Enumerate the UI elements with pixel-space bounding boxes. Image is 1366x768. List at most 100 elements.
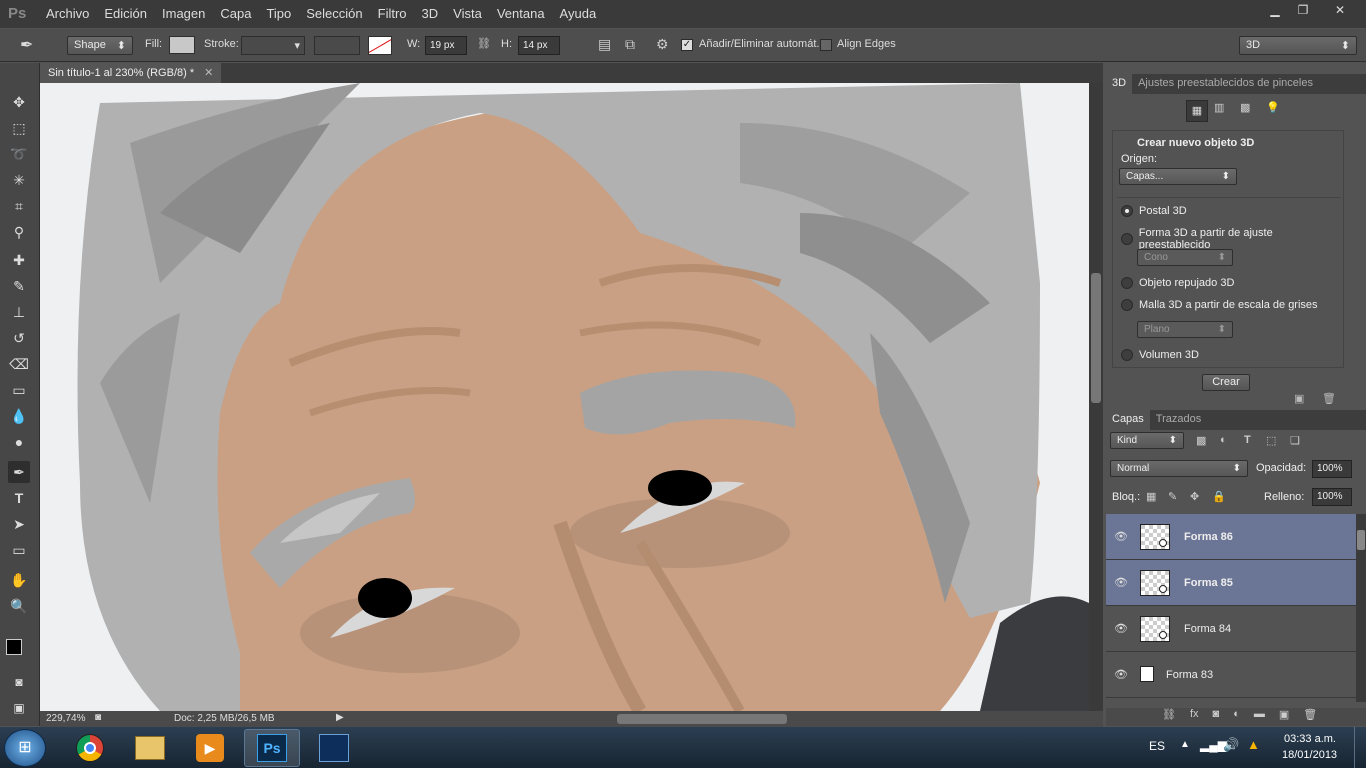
explorer-taskbar-icon[interactable] (122, 729, 178, 767)
lock-position-icon[interactable]: ✥ (1190, 490, 1199, 503)
crop-tool-icon[interactable]: ⌗ (8, 195, 30, 217)
status-menu-arrow-icon[interactable]: ▶ (336, 712, 344, 723)
radio-volume[interactable] (1121, 349, 1133, 361)
fx-icon[interactable]: fx (1190, 708, 1199, 726)
stroke-color-swatch[interactable] (368, 36, 392, 55)
layer-row[interactable]: 👁 Forma 86 (1106, 514, 1356, 560)
blend-mode-dropdown[interactable]: Normal ⬍ (1110, 460, 1248, 477)
layer-row[interactable]: 👁 Forma 84 (1106, 606, 1356, 652)
lock-pixels-icon[interactable]: ✎ (1168, 490, 1177, 503)
restore-button[interactable]: ❐ (1289, 1, 1317, 19)
align-edges-checkbox[interactable] (820, 39, 832, 51)
app-taskbar-icon[interactable] (306, 729, 362, 767)
option-grayscale-mesh[interactable]: Malla 3D a partir de escala de grises (1121, 299, 1318, 311)
menu-edicion[interactable]: Edición (104, 6, 147, 21)
fill-swatch[interactable] (169, 36, 195, 54)
origin-dropdown[interactable]: Capas... ⬍ (1119, 168, 1237, 185)
dodge-tool-icon[interactable]: ● (8, 431, 30, 453)
mask-icon[interactable]: ◙ (1213, 708, 1220, 726)
history-brush-icon[interactable]: ↺ (8, 327, 30, 349)
tab-layers[interactable]: Capas (1106, 410, 1150, 430)
magic-wand-icon[interactable]: ✳ (8, 169, 30, 191)
screen-mode-icon[interactable]: ▣ (8, 697, 30, 719)
auto-add-checkbox[interactable]: ✓ (681, 39, 693, 51)
adjustment-filter-icon[interactable]: ◐ (1220, 434, 1227, 446)
menu-filtro[interactable]: Filtro (378, 6, 407, 21)
photoshop-taskbar-icon[interactable]: Ps (244, 729, 300, 767)
smart-object-filter-icon[interactable]: ❏ (1290, 434, 1300, 447)
document-tab[interactable]: Sin título-1 al 230% (RGB/8) * ✕ (40, 63, 222, 83)
radio-postcard[interactable] (1121, 205, 1133, 217)
height-input[interactable]: 14 px (518, 36, 560, 55)
drive-icon[interactable]: ▲ (1247, 737, 1260, 752)
marquee-tool-icon[interactable]: ⬚ (8, 117, 30, 139)
chrome-taskbar-icon[interactable] (62, 729, 118, 767)
clock-date[interactable]: 18/01/2013 (1282, 749, 1337, 761)
menu-ayuda[interactable]: Ayuda (560, 6, 597, 21)
adjustment-layer-icon[interactable]: ◐ (1233, 708, 1240, 726)
option-postcard[interactable]: Postal 3D (1121, 205, 1187, 217)
width-input[interactable]: 19 px (425, 36, 467, 55)
stroke-width-dropdown[interactable]: ▾ (241, 36, 305, 55)
show-desktop-button[interactable] (1354, 727, 1366, 768)
trash-icon[interactable]: 🗑 (1322, 392, 1336, 405)
status-info-icon[interactable]: ◙ (95, 712, 101, 723)
tray-expand-icon[interactable]: ▲ (1180, 739, 1190, 750)
canvas-vertical-scrollbar[interactable] (1089, 83, 1103, 711)
layer-row[interactable]: 👁 Forma 85 (1106, 560, 1356, 606)
tab-3d[interactable]: 3D (1106, 74, 1133, 94)
start-button[interactable]: ⊞ (4, 729, 46, 767)
gradient-tool-icon[interactable]: ▭ (8, 379, 30, 401)
hand-tool-icon[interactable]: ✋ (8, 569, 30, 591)
lock-all-icon[interactable]: 🔒 (1212, 490, 1226, 503)
visibility-eye-icon[interactable]: 👁 (1106, 576, 1136, 589)
path-operations-icon[interactable]: ▤ (598, 36, 611, 53)
lasso-tool-icon[interactable]: ➰ (8, 143, 30, 165)
fill-input[interactable]: 100% (1312, 488, 1352, 506)
menu-seleccion[interactable]: Selección (306, 6, 362, 21)
clock-time[interactable]: 03:33 a.m. (1284, 733, 1336, 745)
path-selection-icon[interactable]: ➤ (8, 513, 30, 535)
menu-3d[interactable]: 3D (422, 6, 439, 21)
menu-vista[interactable]: Vista (453, 6, 482, 21)
pixel-filter-icon[interactable]: ▩ (1196, 434, 1206, 447)
kind-filter-dropdown[interactable]: Kind ⬍ (1110, 432, 1184, 449)
menu-ventana[interactable]: Ventana (497, 6, 545, 21)
radio-grayscale-mesh[interactable] (1121, 299, 1133, 311)
healing-brush-icon[interactable]: ✚ (8, 249, 30, 271)
layers-scrollbar[interactable] (1356, 514, 1366, 702)
shape-tool-icon[interactable]: ▭ (8, 539, 30, 561)
radio-preset-shape[interactable] (1121, 233, 1133, 245)
blur-tool-icon[interactable]: 💧 (8, 405, 30, 427)
menu-tipo[interactable]: Tipo (266, 6, 291, 21)
link-layers-icon[interactable]: ⛓ (1162, 708, 1176, 726)
pen-tool-button-icon[interactable]: ✒ (8, 461, 30, 483)
eraser-tool-icon[interactable]: ⌫ (8, 353, 30, 375)
foreground-color-swatch[interactable] (6, 639, 22, 655)
menu-archivo[interactable]: Archivo (46, 6, 89, 21)
vertical-scroll-thumb[interactable] (1091, 273, 1101, 403)
shape-mode-dropdown[interactable]: Shape ⬍ (67, 36, 133, 55)
workspace-dropdown[interactable]: 3D ⬍ (1239, 36, 1357, 55)
media-player-taskbar-icon[interactable]: ▶ (182, 729, 238, 767)
path-arrangement-icon[interactable]: ⧉ (625, 36, 635, 53)
menu-capa[interactable]: Capa (220, 6, 251, 21)
opacity-input[interactable]: 100% (1312, 460, 1352, 478)
lock-transparency-icon[interactable]: ▦ (1146, 490, 1156, 503)
close-tab-icon[interactable]: ✕ (204, 67, 213, 79)
brush-tool-icon[interactable]: ✎ (8, 275, 30, 297)
new-layer-icon[interactable]: ▣ (1279, 708, 1289, 726)
menu-imagen[interactable]: Imagen (162, 6, 205, 21)
create-button[interactable]: Crear (1202, 374, 1250, 391)
close-button[interactable]: ✕ (1322, 1, 1358, 19)
new-object-icon[interactable]: ▣ (1294, 392, 1304, 405)
shape-filter-icon[interactable]: ⬚ (1266, 434, 1276, 447)
type-tool-icon[interactable]: T (8, 487, 30, 509)
scene-filter-icon[interactable]: ▦ (1186, 100, 1208, 122)
gear-icon[interactable]: ⚙ (656, 36, 669, 53)
tab-brush-presets[interactable]: Ajustes preestablecidos de pinceles (1132, 74, 1319, 94)
option-preset-shape[interactable]: Forma 3D a partir de ajuste preestableci… (1121, 227, 1343, 251)
type-filter-icon[interactable]: T (1244, 434, 1251, 446)
zoom-level[interactable]: 229,74% (46, 713, 85, 724)
language-indicator[interactable]: ES (1149, 739, 1165, 753)
